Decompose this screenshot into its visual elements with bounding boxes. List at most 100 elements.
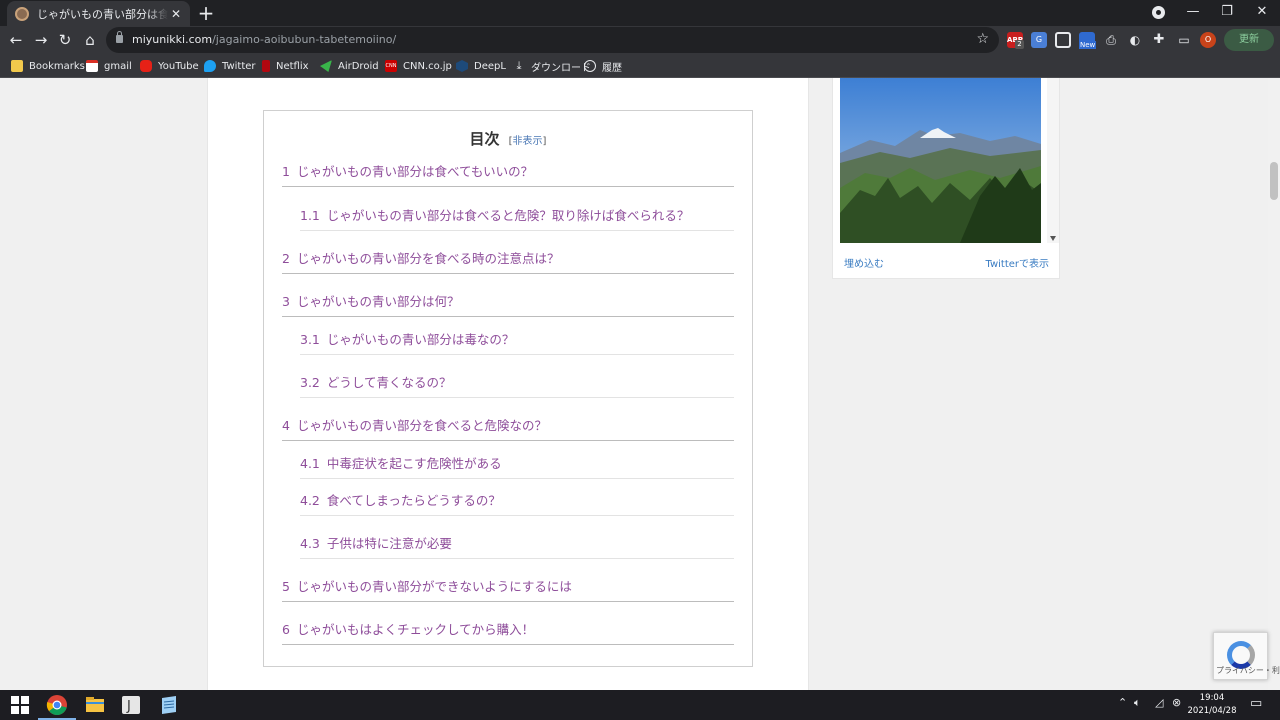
bookmarks-bar: Bookmarks gmail YouTube Twitter Netflix … — [0, 54, 1280, 78]
file-explorer-icon[interactable] — [84, 694, 106, 716]
app-j-icon[interactable]: J — [120, 694, 142, 716]
address-bar[interactable]: miyunikki.com/jagaimo-aoibubun-tabetemoi… — [106, 27, 999, 53]
close-tab-icon[interactable]: ✕ — [168, 7, 184, 21]
bookmark-star-icon[interactable]: ☆ — [976, 31, 989, 47]
embed-link[interactable]: 埋め込む — [844, 255, 884, 270]
print-icon[interactable]: ⎙ — [1103, 32, 1119, 48]
tab-manager-icon[interactable] — [1055, 32, 1071, 48]
cast-icon[interactable]: ▭ — [1176, 32, 1192, 48]
twitter-embed: 埋め込む Twitterで表示 — [832, 78, 1060, 279]
toc-item-label[interactable]: 中毒症状を起こす危険性がある — [327, 456, 502, 471]
google-translate-icon[interactable]: G — [1031, 32, 1047, 48]
forward-button[interactable]: → — [30, 29, 52, 51]
toc-toggle[interactable]: [非表示] — [509, 136, 547, 147]
home-button[interactable]: ⌂ — [79, 29, 101, 51]
back-button[interactable]: ← — [5, 29, 27, 51]
maximize-button[interactable]: ❐ — [1210, 0, 1244, 26]
toc-item-number: 4.2 — [300, 493, 320, 508]
toc-item-label[interactable]: じゃがいもの青い部分は食べると危険？取り除けば食べられる？ — [327, 208, 690, 223]
toc-item[interactable]: 4 じゃがいもの青い部分を食べると危険なの？ — [282, 403, 734, 441]
browser-tab[interactable]: じゃがいもの青い部分は食べてもいいの？ ✕ — [7, 1, 190, 26]
embed-scrollbar[interactable] — [1047, 78, 1059, 243]
toc-item-label[interactable]: 子供は特に注意が必要 — [327, 536, 452, 551]
bookmark-history[interactable]: 履歴 — [584, 58, 622, 74]
update-button[interactable]: 更新 — [1224, 29, 1274, 51]
extension-puzzle-alt-icon[interactable]: ◐ — [1127, 32, 1143, 48]
recaptcha-badge[interactable]: プライバシー・利用規約 — [1213, 632, 1280, 680]
taskbar-clock[interactable]: 19:04 2021/04/28 — [1186, 692, 1238, 718]
bookmark-downloads[interactable]: ⤓ ダウンロード — [513, 58, 591, 74]
lock-icon[interactable] — [116, 31, 123, 43]
bookmark-airdroid[interactable]: AirDroid — [320, 58, 379, 74]
profile-avatar[interactable]: O — [1200, 32, 1216, 48]
toc-title: 目次 — [469, 130, 500, 148]
toc-item[interactable]: 3.1 じゃがいもの青い部分は毒なの？ — [300, 317, 734, 355]
bookmark-netflix[interactable]: Netflix — [262, 58, 309, 74]
tray-overflow-icon[interactable]: ⌃ — [1118, 696, 1127, 709]
gmail-icon — [86, 60, 98, 72]
clock-date: 2021/04/28 — [1187, 706, 1237, 716]
toc-item-number: 4.1 — [300, 456, 320, 471]
media-control-icon[interactable] — [1152, 6, 1165, 19]
recaptcha-icon — [1227, 641, 1255, 669]
bookmark-deepl[interactable]: DeepL — [456, 58, 506, 74]
toc-item-label[interactable]: じゃがいもの青い部分は何？ — [297, 294, 460, 309]
toc-item-label[interactable]: じゃがいもの青い部分を食べる時の注意点は？ — [297, 251, 560, 266]
chrome-taskbar-icon[interactable] — [38, 694, 76, 720]
toc-item[interactable]: 1 じゃがいもの青い部分は食べてもいいの？ — [282, 149, 734, 187]
extensions-puzzle-icon[interactable]: ✚ — [1151, 32, 1167, 48]
toc-item-label[interactable]: 食べてしまったらどうするの？ — [327, 493, 501, 508]
extension-new-icon[interactable]: New — [1079, 32, 1097, 49]
toc-item[interactable]: 4.2 食べてしまったらどうするの？ — [300, 478, 734, 516]
toc-item[interactable]: 3.2 どうして青くなるの？ — [300, 360, 734, 398]
toc-item-label[interactable]: じゃがいもはよくチェックしてから購入！ — [297, 622, 534, 637]
toc-item-label[interactable]: じゃがいもの青い部分ができないようにするには — [297, 579, 572, 594]
toc-hide-link[interactable]: 非表示 — [513, 136, 543, 147]
article-column: 目次 [非表示] 1 じゃがいもの青い部分は食べてもいいの？ 1.1 じゃがいもの青い… — [207, 78, 809, 690]
recaptcha-privacy-text[interactable]: プライバシー・利用規約 — [1216, 666, 1280, 675]
deepl-icon — [456, 60, 468, 72]
notification-icon[interactable]: ▭ — [1250, 696, 1262, 711]
bookmark-folder[interactable]: Bookmarks — [11, 58, 85, 74]
minimize-button[interactable]: — — [1176, 0, 1210, 26]
tweet-photo[interactable] — [840, 78, 1041, 243]
toc-item[interactable]: 3 じゃがいもの青い部分は何？ — [282, 279, 734, 317]
page-scrollbar[interactable] — [1268, 78, 1280, 690]
toc-item[interactable]: 5 じゃがいもの青い部分ができないようにするには — [282, 564, 734, 602]
toc-item-label[interactable]: じゃがいもの青い部分は食べてもいいの？ — [297, 164, 533, 179]
svg-text:J: J — [126, 699, 131, 714]
bookmark-gmail[interactable]: gmail — [86, 58, 132, 74]
toc-item[interactable]: 1.1 じゃがいもの青い部分は食べると危険？取り除けば食べられる？ — [300, 193, 734, 231]
clock-time: 19:04 — [1199, 693, 1225, 703]
download-icon: ⤓ — [516, 59, 522, 72]
toc-item-label[interactable]: じゃがいもの青い部分を食べると危険なの？ — [297, 418, 547, 433]
toc-item-label[interactable]: どうして青くなるの？ — [327, 375, 452, 390]
bookmark-cnn[interactable]: CNN CNN.co.jp — [385, 58, 452, 74]
toc-item[interactable]: 2 じゃがいもの青い部分を食べる時の注意点は？ — [282, 236, 734, 274]
view-on-twitter-link[interactable]: Twitterで表示 — [985, 255, 1049, 270]
toc-item-label[interactable]: じゃがいもの青い部分は毒なの？ — [327, 332, 515, 347]
new-tab-button[interactable]: + — [197, 2, 215, 24]
network-icon[interactable]: ◿ — [1155, 696, 1163, 709]
browser-toolbar: ← → ↻ ⌂ miyunikki.com/jagaimo-aoibubun-t… — [0, 26, 1280, 54]
windows-start-icon[interactable] — [9, 694, 31, 716]
notepad-icon[interactable] — [158, 694, 180, 716]
reload-button[interactable]: ↻ — [54, 29, 76, 51]
tab-title: じゃがいもの青い部分は食べてもいいの？ — [37, 7, 168, 21]
scrollbar-thumb[interactable] — [1270, 162, 1278, 200]
toc-item-number: 1 — [282, 164, 290, 179]
toc-item-number: 1.1 — [300, 208, 320, 223]
volume-icon[interactable]: 🔈︎ — [1134, 696, 1141, 710]
airdroid-icon — [320, 60, 332, 72]
folder-icon — [11, 60, 23, 72]
bookmark-twitter[interactable]: Twitter — [204, 58, 256, 74]
twitter-icon — [204, 60, 216, 72]
toc-item[interactable]: 4.3 子供は特に注意が必要 — [300, 521, 734, 559]
toc-item[interactable]: 4.1 中毒症状を起こす危険性がある — [300, 441, 734, 479]
toc-item-number: 4.3 — [300, 536, 320, 551]
bookmark-youtube[interactable]: YouTube — [140, 58, 199, 74]
history-icon — [584, 60, 596, 72]
toc-item[interactable]: 6 じゃがいもはよくチェックしてから購入！ — [282, 607, 734, 645]
status-icon[interactable]: ⊗ — [1172, 696, 1181, 709]
close-window-button[interactable]: ✕ — [1245, 0, 1279, 26]
